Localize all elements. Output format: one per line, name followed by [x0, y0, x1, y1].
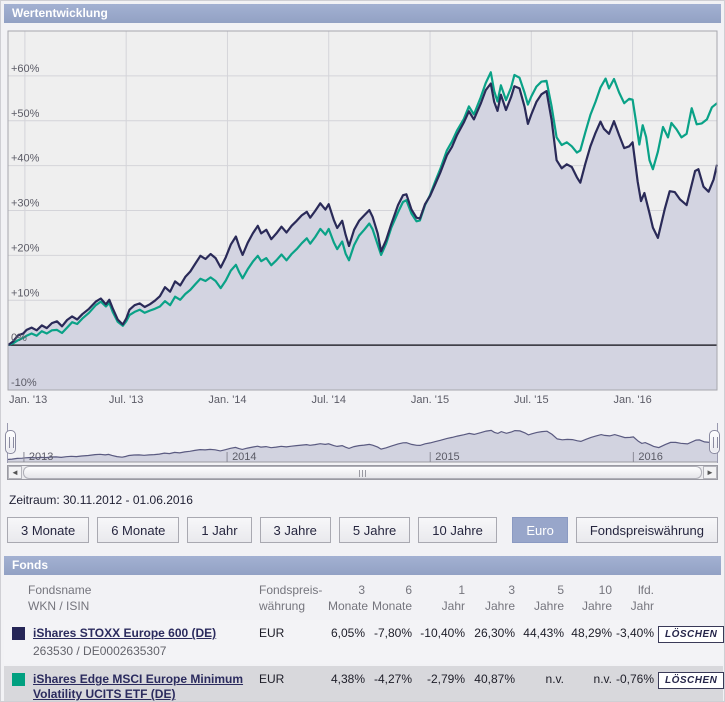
col-header-10-jahre: 10 Jahre	[581, 583, 612, 614]
col-header-1-jahr: 1 Jahr	[441, 583, 465, 614]
scroll-right-icon[interactable]: ►	[703, 466, 717, 479]
svg-text:Jan. '14: Jan. '14	[208, 394, 246, 406]
period-button-1-jahr[interactable]: 1 Jahr	[187, 517, 252, 543]
value-1-jahr: -2,79%	[414, 664, 467, 701]
svg-text:2015: 2015	[435, 451, 459, 463]
fund-row-msci-min-volatility: iShares Edge MSCI Europe Minimum Volatil…	[4, 664, 724, 701]
svg-text:Jul. '14: Jul. '14	[311, 394, 346, 406]
scroll-left-icon[interactable]: ◄	[8, 466, 22, 479]
value-lfd-jahr: -0,76%	[614, 664, 656, 701]
col-header-5-jahre: 5 Jahre	[533, 583, 564, 614]
period-button-10-jahre[interactable]: 10 Jahre	[418, 517, 497, 543]
svg-text:+10%: +10%	[11, 287, 40, 299]
fonds-section-title: Fonds	[12, 558, 48, 572]
value-3-monate: 6,05%	[330, 626, 365, 641]
svg-text:Jan. '16: Jan. '16	[614, 394, 652, 406]
fund-row-stoxx-europe-600: iShares STOXX Europe 600 (DE) 263530 / D…	[4, 620, 724, 666]
svg-text:+30%: +30%	[11, 198, 40, 210]
svg-text:+50%: +50%	[11, 108, 40, 120]
series-color-swatch-green	[12, 673, 25, 687]
svg-text:2014: 2014	[232, 451, 256, 463]
value-1-jahr: -10,40%	[420, 626, 465, 641]
currency-button-fondspreiswaehrung[interactable]: Fondspreiswährung	[575, 517, 718, 543]
col-header-action	[656, 578, 723, 620]
col-header-fondspreiswaehrung: Fondspreis- währung	[259, 583, 323, 614]
svg-text:Jan. '13: Jan. '13	[9, 394, 47, 406]
scrollbar-grip-icon	[358, 470, 367, 477]
date-range-label: Zeitraum: 30.11.2012 - 01.06.2016	[9, 493, 193, 507]
value-3-jahre: 26,30%	[474, 626, 515, 641]
navigator-area-chart: 2013 2014 2015 2016	[6, 423, 719, 468]
navigator-handle-right[interactable]	[709, 430, 720, 454]
fonds-table: Fondsname WKN / ISIN Fondspreis- währung…	[4, 578, 724, 701]
period-button-3-monate[interactable]: 3 Monate	[7, 517, 90, 543]
chart-navigator[interactable]: 2013 2014 2015 2016	[5, 423, 720, 463]
col-header-6-monate: 6 Monate	[371, 583, 412, 614]
svg-text:Jul. '13: Jul. '13	[109, 394, 144, 406]
performance-section-title: Wertentwicklung	[12, 6, 108, 20]
value-lfd-jahr: -3,40%	[616, 626, 655, 641]
navigator-handle-left[interactable]	[5, 430, 16, 454]
svg-text:0%: 0%	[11, 332, 27, 344]
value-3-monate: 4,38%	[326, 664, 367, 701]
value-6-monate: -4,27%	[367, 664, 414, 701]
value-5-jahre: n.v.	[517, 664, 566, 701]
currency-button-euro[interactable]: Euro	[512, 517, 568, 543]
svg-text:-10%: -10%	[11, 377, 37, 389]
delete-fund-button[interactable]: LÖSCHEN	[658, 672, 724, 690]
fund-link[interactable]: iShares STOXX Europe 600 (DE)	[33, 626, 216, 641]
fund-currency: EUR	[259, 626, 285, 641]
performance-section-header: Wertentwicklung	[4, 4, 721, 23]
value-3-jahre: 40,87%	[467, 664, 517, 701]
fund-currency: EUR	[254, 664, 326, 701]
svg-text:2013: 2013	[29, 451, 53, 463]
performance-chart-plot[interactable]: +60% +50% +40% +30% +20% +10% 0% -10% Jan. '13 Ju…	[7, 30, 719, 414]
fonds-section-header: Fonds	[4, 556, 721, 575]
svg-text:+40%: +40%	[11, 153, 40, 165]
value-6-monate: -7,80%	[373, 626, 412, 641]
period-button-5-jahre[interactable]: 5 Jahre	[338, 517, 411, 543]
delete-fund-button[interactable]: LÖSCHEN	[658, 626, 724, 644]
value-5-jahre: 44,43%	[523, 626, 564, 641]
svg-text:2016: 2016	[638, 451, 662, 463]
col-header-3-jahre: 3 Jahre	[484, 583, 515, 614]
col-header-lfd-jahr: lfd. Jahr	[630, 583, 654, 614]
period-button-6-monate[interactable]: 6 Monate	[97, 517, 180, 543]
svg-text:Jan. '15: Jan. '15	[411, 394, 449, 406]
col-header-fondsname: Fondsname WKN / ISIN	[28, 583, 92, 614]
period-controls: 3 Monate 6 Monate 1 Jahr 3 Jahre 5 Jahre…	[7, 517, 718, 543]
series-color-swatch-navy	[12, 627, 25, 641]
svg-text:+60%: +60%	[11, 63, 40, 75]
svg-text:Jul. '15: Jul. '15	[514, 394, 549, 406]
value-10-jahre: n.v.	[566, 664, 614, 701]
fund-link[interactable]: iShares Edge MSCI Europe Minimum Volatil…	[33, 672, 252, 701]
col-header-3-monate: 3 Monate	[328, 583, 369, 614]
scrollbar-thumb[interactable]	[23, 466, 702, 479]
period-button-3-jahre[interactable]: 3 Jahre	[259, 517, 331, 543]
value-10-jahre: 48,29%	[571, 626, 612, 641]
table-header-row: Fondsname WKN / ISIN Fondspreis- währung…	[4, 578, 723, 620]
fund-performance-panel: Wertentwicklung +60% +50% +40% +30% +20% +10%…	[0, 0, 725, 702]
svg-text:+20%: +20%	[11, 242, 40, 254]
performance-chart[interactable]: +60% +50% +40% +30% +20% +10% 0% -10% Jan. '13 Ju…	[7, 30, 719, 414]
fund-wkn-isin: 263530 / DE0002635307	[33, 644, 167, 659]
chart-scrollbar[interactable]: ◄ ►	[7, 465, 718, 480]
